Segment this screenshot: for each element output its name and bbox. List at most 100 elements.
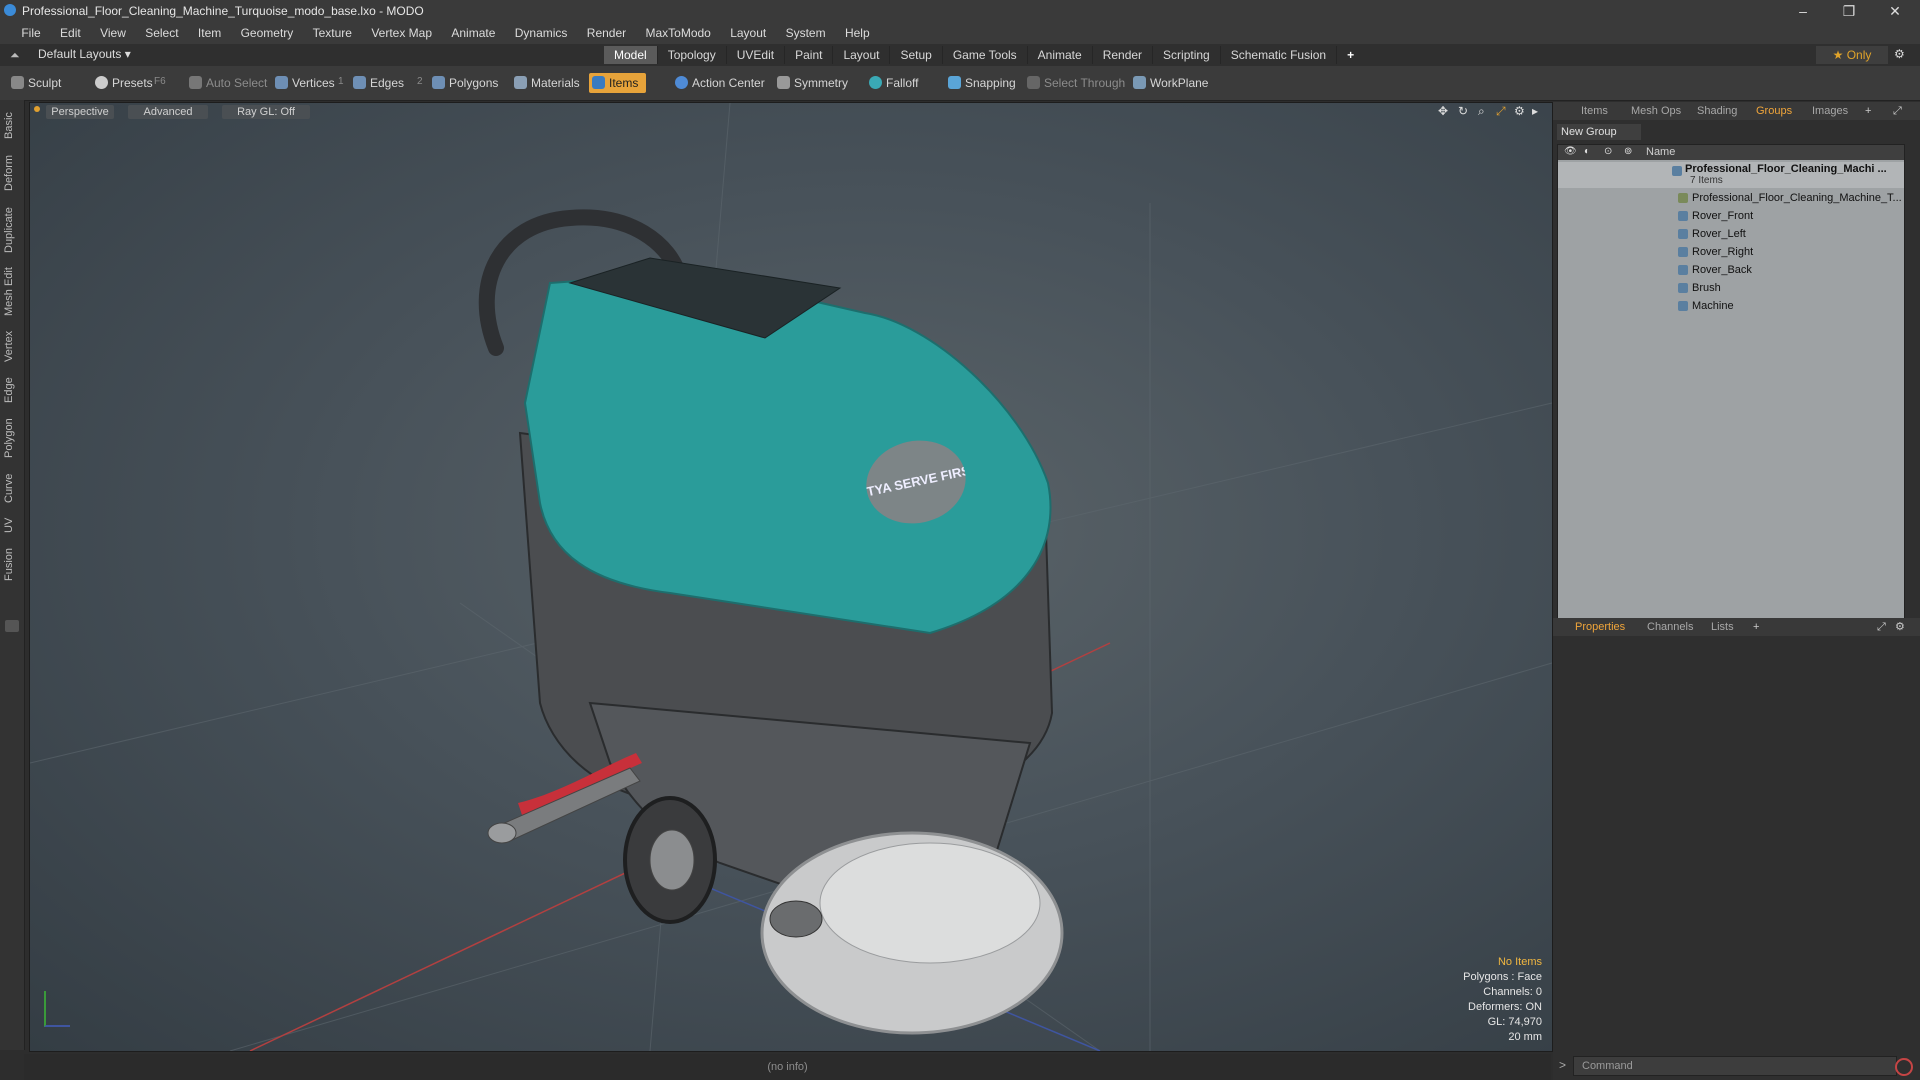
edges-button[interactable]: Edges [350,73,404,93]
tab-layout[interactable]: Layout [833,46,891,64]
item-list-tabs: Items Mesh Ops Shading Groups Images + ⤢ [1553,102,1920,120]
sculpt-button[interactable]: Sculpt [8,73,61,93]
left-tab-duplicate[interactable]: Duplicate [3,200,21,260]
command-input[interactable]: Command [1573,1056,1897,1076]
left-tab-curve[interactable]: Curve [3,468,21,508]
tree-item-label: Rover_Right [1692,246,1754,258]
tab-groups[interactable]: Groups [1756,102,1792,120]
action-center-button[interactable]: Action Center [672,73,765,93]
falloff-button[interactable]: Falloff [866,73,918,93]
workplane-button[interactable]: WorkPlane [1130,73,1208,93]
snapping-icon [948,76,961,89]
tab-render[interactable]: Render [1093,46,1154,64]
only-toggle[interactable]: ★ Only [1816,46,1888,64]
menu-render[interactable]: Render [579,22,634,44]
menu-dynamics[interactable]: Dynamics [507,22,576,44]
symmetry-button[interactable]: Symmetry [774,73,848,93]
left-tab-mesh-edit[interactable]: Mesh Edit [3,264,21,320]
menu-geometry[interactable]: Geometry [233,22,302,44]
menu-layout[interactable]: Layout [722,22,774,44]
menu-edit[interactable]: Edit [52,22,89,44]
new-group-button[interactable]: New Group [1557,124,1641,140]
info-polygons: Polygons : Face [1463,971,1542,983]
info-scale: 20 mm [1508,1031,1542,1043]
menu-maxtomodo[interactable]: MaxToModo [637,22,718,44]
restore-icon[interactable]: ❐ [1826,0,1872,22]
3d-viewport[interactable]: Perspective Advanced Ray GL: Off ✥ ↻ ⌕ ⤢… [29,102,1553,1052]
select-through-button[interactable]: Select Through [1024,73,1125,93]
menu-animate[interactable]: Animate [443,22,503,44]
presets-button[interactable]: Presets [92,73,153,93]
add-tab-icon[interactable]: + [1337,46,1364,64]
menu-item[interactable]: Item [190,22,229,44]
tree-item-rover-back[interactable]: Rover_Back [1558,261,1904,279]
tab-uvedit[interactable]: UVEdit [727,46,786,64]
tab-shading[interactable]: Shading [1697,102,1737,120]
tree-item-rover-front[interactable]: Rover_Front [1558,207,1904,225]
record-icon[interactable] [1895,1058,1913,1076]
tree-item-rover-right[interactable]: Rover_Right [1558,243,1904,261]
items-button[interactable]: Items [589,73,647,93]
visibility-column-icon[interactable]: 👁 [1564,146,1577,157]
close-icon[interactable]: ✕ [1872,0,1918,22]
tab-lists[interactable]: Lists [1711,618,1734,636]
expand-panel-icon[interactable]: ⤢ [1893,102,1902,120]
properties-settings-icon[interactable]: ⚙ [1895,618,1905,636]
left-tab-polygon[interactable]: Polygon [3,412,21,464]
tab-properties[interactable]: Properties [1575,618,1625,636]
lock-column-icon[interactable]: ⊙ [1604,146,1612,157]
tab-images[interactable]: Images [1812,102,1848,120]
tab-channels[interactable]: Channels [1647,618,1693,636]
menu-help[interactable]: Help [837,22,878,44]
materials-button[interactable]: Materials [511,73,580,93]
left-tab-vertex[interactable]: Vertex [3,324,21,368]
left-tab-uv[interactable]: UV [3,512,21,538]
menu-view[interactable]: View [92,22,134,44]
tab-animate[interactable]: Animate [1028,46,1093,64]
tree-item-texture-locator[interactable]: Professional_Floor_Cleaning_Machine_T... [1558,189,1904,207]
left-tab-edge[interactable]: Edge [3,372,21,408]
tab-setup[interactable]: Setup [890,46,943,64]
tree-item-rover-left[interactable]: Rover_Left [1558,225,1904,243]
tab-scripting[interactable]: Scripting [1153,46,1221,64]
menu-vertex-map[interactable]: Vertex Map [363,22,440,44]
menu-select[interactable]: Select [137,22,186,44]
items-label: Items [609,76,639,90]
tab-items[interactable]: Items [1581,102,1608,120]
tab-model[interactable]: Model [604,46,658,64]
tree-root-group[interactable]: Professional_Floor_Cleaning_Machi ... 7 … [1558,162,1904,188]
add-panel-tab-icon[interactable]: + [1865,102,1871,120]
panel-toggle-icon[interactable] [5,620,19,632]
gear-icon[interactable]: ⚙ [1894,47,1905,61]
menu-file[interactable]: File [13,22,48,44]
vertices-button[interactable]: Vertices [272,73,335,93]
tab-paint[interactable]: Paint [785,46,834,64]
tab-mesh-ops[interactable]: Mesh Ops [1631,102,1681,120]
menu-texture[interactable]: Texture [305,22,360,44]
minimize-icon[interactable]: – [1780,0,1826,22]
tab-game-tools[interactable]: Game Tools [943,46,1028,64]
left-tab-deform[interactable]: Deform [3,150,21,196]
expand-properties-icon[interactable]: ⤢ [1877,618,1886,636]
properties-panel: Properties Channels Lists + ⤢ ⚙ [1553,618,1920,1058]
left-tab-fusion[interactable]: Fusion [3,542,21,586]
select-column-icon[interactable]: ⊚ [1624,146,1632,157]
layout-collapse-icon[interactable]: ⏶ [10,48,20,63]
polygons-button[interactable]: Polygons [429,73,498,93]
left-tab-basic[interactable]: Basic [3,106,21,146]
tree-item-label: Rover_Front [1692,210,1754,222]
presets-icon [95,76,108,89]
layouts-dropdown[interactable]: Default Layouts ▾ [38,47,131,61]
right-panel: Items Mesh Ops Shading Groups Images + ⤢… [1553,102,1920,1080]
snapping-button[interactable]: Snapping [945,73,1016,93]
tree-item-machine[interactable]: Machine [1558,297,1904,315]
tree-item-brush[interactable]: Brush [1558,279,1904,297]
add-properties-tab-icon[interactable]: + [1753,618,1759,636]
edges-label: Edges [370,76,405,90]
tab-schematic-fusion[interactable]: Schematic Fusion [1221,46,1338,64]
render-column-icon[interactable]: ◐ [1584,146,1590,157]
menu-system[interactable]: System [778,22,834,44]
tab-topology[interactable]: Topology [658,46,727,64]
materials-label: Materials [531,76,580,90]
auto-select-button[interactable]: Auto Select [186,73,267,93]
